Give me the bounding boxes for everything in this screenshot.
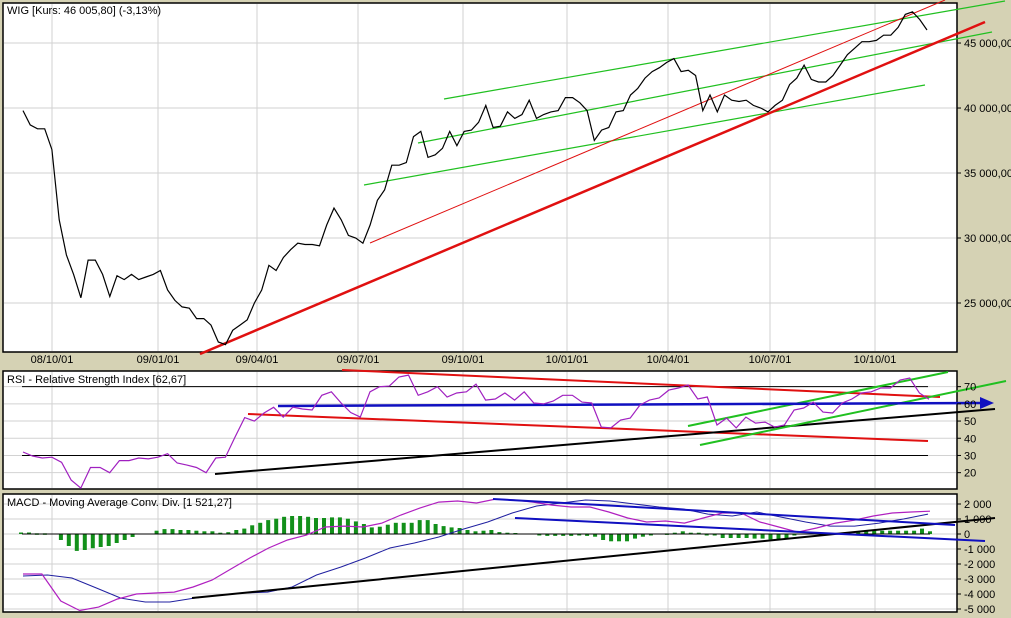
histogram-bar — [433, 524, 438, 534]
y-tick-label: 50 — [964, 416, 976, 428]
histogram-bar — [752, 534, 757, 539]
y-tick-label: 0 — [964, 529, 970, 541]
rsi-panel: RSI - Relative Strength Index [62,67] 70… — [2, 369, 1007, 490]
price-panel: WIG [Kurs: 46 005,80] (-3,13%) 45 000,00… — [2, 0, 1011, 366]
histogram-bar — [122, 534, 127, 540]
histogram-bar — [98, 534, 103, 547]
y-tick-label: 25 000,00 — [964, 298, 1011, 310]
histogram-bar — [306, 516, 311, 534]
histogram-bar — [234, 530, 239, 534]
y-tick-label: -2 000 — [964, 559, 995, 571]
y-tick-label: 40 — [964, 433, 976, 445]
date-tick-label: 10/01/01 — [546, 354, 589, 366]
histogram-bar — [353, 521, 358, 534]
histogram-bar — [274, 518, 279, 534]
histogram-bar — [385, 524, 390, 534]
y-tick-label: 30 000,00 — [964, 233, 1011, 245]
histogram-bar — [250, 525, 255, 534]
histogram-bar — [90, 534, 95, 549]
histogram-bar — [377, 526, 382, 534]
histogram-bar — [66, 534, 71, 546]
histogram-bar — [441, 526, 446, 534]
histogram-bar — [633, 534, 637, 539]
y-tick-label: 70 — [964, 382, 976, 394]
histogram-bar — [74, 534, 79, 551]
histogram-bar — [720, 534, 725, 538]
histogram-bar — [744, 534, 749, 538]
histogram-bar — [242, 528, 247, 534]
histogram-bar — [178, 530, 183, 534]
histogram-bar — [162, 529, 167, 534]
histogram-bar — [425, 520, 430, 534]
histogram-bar — [401, 522, 406, 534]
histogram-bar — [290, 516, 295, 534]
y-tick-label: 40 000,00 — [964, 103, 1011, 115]
y-tick-label: 2 000 — [964, 499, 992, 511]
histogram-bar — [601, 534, 606, 540]
histogram-bar — [465, 530, 470, 534]
histogram-bar — [920, 528, 924, 534]
price-panel-title: WIG [Kurs: 46 005,80] (-3,13%) — [7, 5, 161, 17]
y-tick-label: -5 000 — [964, 604, 995, 616]
histogram-bar — [609, 534, 614, 542]
histogram-bar — [369, 527, 374, 534]
histogram-bar — [282, 516, 287, 534]
histogram-bar — [114, 534, 119, 543]
histogram-bar — [322, 518, 326, 534]
histogram-bar — [625, 534, 629, 542]
date-tick-label: 10/10/01 — [854, 354, 897, 366]
y-tick-label: 45 000,00 — [964, 38, 1011, 50]
histogram-bar — [728, 534, 733, 538]
histogram-bar — [106, 534, 111, 546]
y-tick-label: 20 — [964, 468, 976, 480]
stock-chart: WIG [Kurs: 46 005,80] (-3,13%) 45 000,00… — [0, 0, 1011, 618]
histogram-bar — [330, 517, 334, 534]
histogram-bar — [393, 522, 398, 534]
y-tick-label: 60 — [964, 399, 976, 411]
histogram-bar — [417, 520, 422, 534]
histogram-bar — [170, 529, 175, 534]
date-tick-label: 10/04/01 — [647, 354, 690, 366]
date-tick-label: 08/10/01 — [31, 354, 74, 366]
y-tick-label: 30 — [964, 450, 976, 462]
y-tick-label: 1 000 — [964, 514, 992, 526]
y-tick-label: -1 000 — [964, 544, 995, 556]
histogram-bar — [258, 522, 263, 534]
histogram-bar — [298, 516, 303, 534]
macd-panel: MACD - Moving Average Conv. Div. [1 521,… — [2, 493, 995, 616]
histogram-bar — [409, 522, 414, 534]
y-tick-label: 35 000,00 — [964, 168, 1011, 180]
histogram-bar — [489, 530, 494, 534]
date-tick-label: 10/07/01 — [749, 354, 792, 366]
histogram-bar — [736, 534, 741, 538]
date-tick-label: 09/07/01 — [337, 354, 380, 366]
date-tick-label: 09/04/01 — [236, 354, 279, 366]
rsi-panel-title: RSI - Relative Strength Index [62,67] — [7, 374, 186, 386]
histogram-bar — [760, 534, 765, 539]
histogram-bar — [82, 534, 87, 550]
histogram-bar — [784, 534, 789, 538]
date-tick-label: 09/01/01 — [137, 354, 180, 366]
histogram-bar — [58, 534, 63, 540]
histogram-bar — [768, 534, 773, 540]
histogram-bar — [186, 530, 191, 534]
macd-panel-title: MACD - Moving Average Conv. Div. [1 521,… — [7, 497, 232, 509]
histogram-bar — [361, 524, 366, 534]
y-tick-label: -3 000 — [964, 574, 995, 586]
date-tick-label: 09/10/01 — [442, 354, 485, 366]
rsi-plot-area — [2, 370, 958, 490]
histogram-bar — [617, 534, 621, 542]
y-tick-label: -4 000 — [964, 589, 995, 601]
histogram-bar — [266, 520, 271, 534]
date-x-axis: 08/10/01 09/01/01 09/04/01 09/07/01 09/10/01… — [31, 354, 897, 366]
